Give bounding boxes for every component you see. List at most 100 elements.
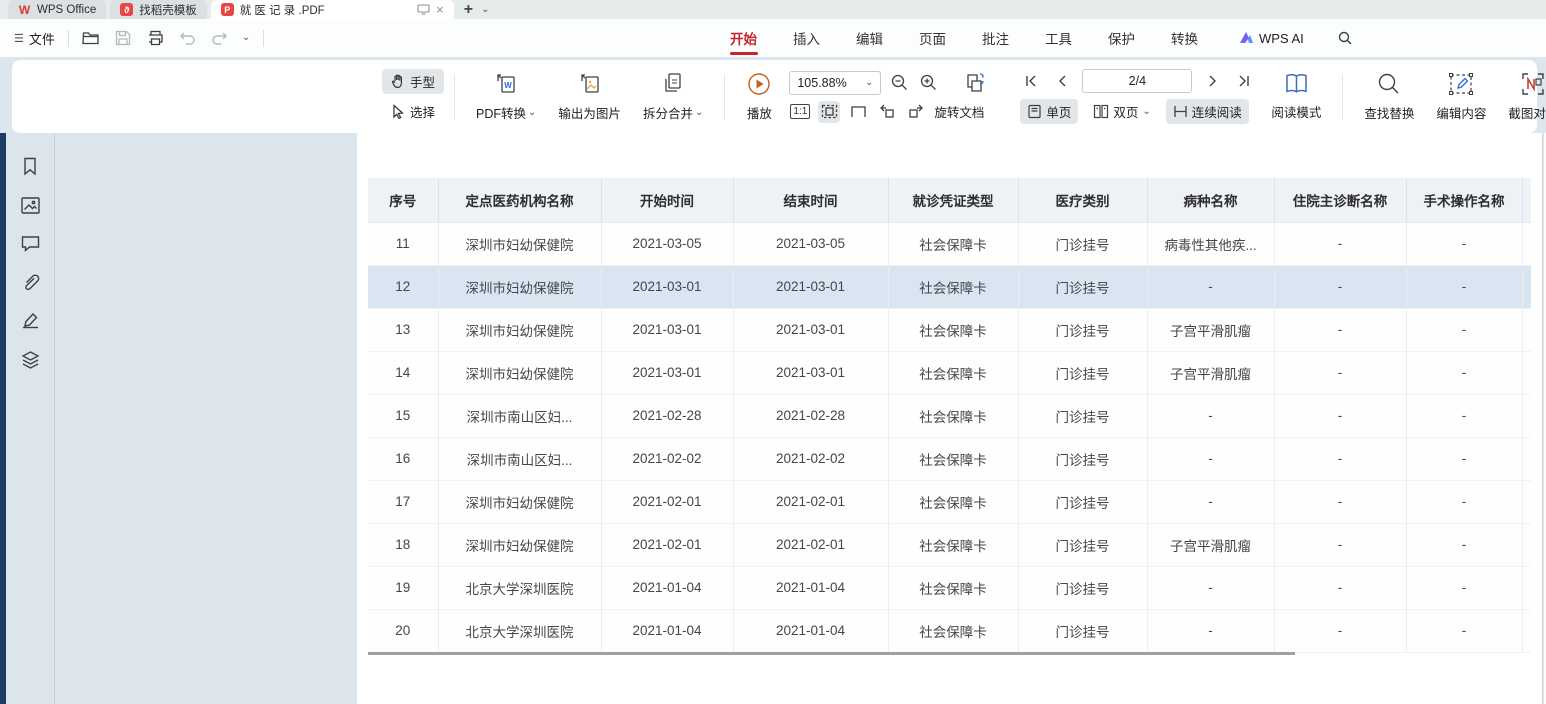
tab-wps-office[interactable]: W WPS Office (8, 0, 106, 19)
pdf-convert-button[interactable]: W PDF转换⌄ (465, 71, 547, 122)
print-icon[interactable] (146, 29, 165, 48)
hand-tool-button[interactable]: 手型 (382, 69, 444, 94)
zoom-in-button[interactable] (917, 72, 939, 94)
table-row: 12深圳市妇幼保健院2021-03-012021-03-01社会保障卡门诊挂号-… (368, 265, 1531, 308)
present-monitor-icon[interactable] (417, 4, 430, 15)
file-menu-button[interactable]: ☰ 文件 (14, 29, 55, 48)
cell: - (1147, 609, 1274, 652)
continuous-reading-button[interactable]: 连续阅读 (1166, 99, 1249, 124)
menu-tab-page[interactable]: 页面 (917, 19, 948, 57)
zoom-level-select[interactable]: 105.88% ⌄ (789, 71, 881, 95)
cell: - (1274, 609, 1406, 652)
column-header: 序号 (368, 178, 438, 222)
cell: 深圳市南山区妇... (438, 394, 601, 437)
export-as-image-button[interactable]: 输出为图片 (547, 71, 632, 122)
menu-tab-insert[interactable]: 插入 (791, 19, 822, 57)
cell: 门诊挂号 (1018, 609, 1147, 652)
find-replace-label: 查找替换 (1364, 103, 1414, 122)
split-merge-button[interactable]: 拆分合并⌄ (632, 71, 714, 122)
cell: 深圳市妇幼保健院 (438, 265, 601, 308)
wps-ai-button[interactable]: WPS AI (1238, 31, 1304, 46)
tab-label: 就 医 记 录 .PDF (240, 2, 325, 18)
play-slideshow-button[interactable]: 播放 (735, 71, 783, 122)
play-icon (746, 71, 772, 97)
cell: - (1406, 480, 1522, 523)
redo-icon[interactable] (210, 29, 229, 48)
save-icon[interactable] (114, 29, 133, 48)
cell: 2021-03-01 (601, 265, 733, 308)
cell: - (1274, 265, 1406, 308)
cell: 门诊挂号 (1018, 437, 1147, 480)
menu-tab-tools[interactable]: 工具 (1043, 19, 1074, 57)
undo-icon[interactable] (178, 29, 197, 48)
column-header (1522, 178, 1531, 222)
menu-tab-edit[interactable]: 编辑 (854, 19, 885, 57)
cell: - (1406, 437, 1522, 480)
pdf-file-icon: P (221, 3, 234, 16)
cell: 2021-02-28 (733, 394, 888, 437)
rotate-left-button[interactable] (876, 101, 898, 123)
select-tool-button[interactable]: 选择 (382, 99, 444, 124)
cell (1522, 437, 1531, 480)
last-page-button[interactable] (1232, 70, 1254, 92)
tab-list-chevron-icon[interactable]: ⌄ (481, 5, 489, 15)
next-page-button[interactable] (1201, 70, 1223, 92)
rotate-document-label[interactable]: 旋转文档 (934, 102, 984, 121)
layers-panel-icon[interactable] (20, 350, 41, 370)
export-image-icon (577, 71, 603, 97)
zoom-out-button[interactable] (888, 72, 910, 94)
screenshot-compare-label: 截图对比 (1508, 103, 1546, 122)
continuous-reading-icon (1173, 104, 1188, 119)
tab-pdf-document[interactable]: P 就 医 记 录 .PDF × (211, 0, 454, 19)
open-folder-icon[interactable] (82, 29, 101, 48)
menu-tab-home[interactable]: 开始 (728, 19, 759, 57)
cell: 社会保障卡 (888, 394, 1018, 437)
new-tab-icon[interactable]: + (464, 2, 473, 18)
tab-docer-templates[interactable]: ϑ 找稻壳模板 (110, 0, 207, 19)
tab-label: 找稻壳模板 (139, 2, 197, 18)
actual-size-button[interactable]: 1:1 (789, 101, 811, 123)
fit-width-button[interactable] (818, 101, 840, 123)
find-replace-icon (1376, 71, 1402, 97)
double-page-label: 双页 (1113, 102, 1138, 121)
quickbar-chevron-icon[interactable]: ⌄ (242, 33, 250, 43)
signature-panel-icon[interactable] (20, 311, 41, 331)
wps-ai-label: WPS AI (1259, 31, 1304, 46)
rotate-right-button[interactable] (905, 101, 927, 123)
first-page-button[interactable] (1020, 70, 1042, 92)
cell: 社会保障卡 (888, 523, 1018, 566)
cell: 子宫平滑肌瘤 (1147, 351, 1274, 394)
menu-tab-comment[interactable]: 批注 (980, 19, 1011, 57)
fit-page-button[interactable] (847, 101, 869, 123)
screenshot-compare-button[interactable]: 截图对比 (1497, 71, 1546, 122)
pdf-page[interactable]: 序号定点医药机构名称开始时间结束时间就诊凭证类型医疗类别病种名称住院主诊断名称手… (357, 133, 1543, 704)
cell: - (1406, 394, 1522, 437)
cell: 11 (368, 222, 438, 265)
single-page-button[interactable]: 单页 (1020, 99, 1078, 124)
tab-label: WPS Office (37, 4, 96, 16)
edit-content-button[interactable]: 编辑内容 (1425, 71, 1497, 122)
close-tab-icon[interactable]: × (436, 2, 444, 17)
table-row: 16深圳市南山区妇...2021-02-022021-02-02社会保障卡门诊挂… (368, 437, 1531, 480)
double-page-button[interactable]: 双页 ⌄ (1086, 99, 1157, 124)
page-number-input[interactable]: 2/4 (1082, 69, 1192, 93)
cell: 深圳市妇幼保健院 (438, 351, 601, 394)
menu-tab-protect[interactable]: 保护 (1106, 19, 1137, 57)
thumbnails-panel-icon[interactable] (20, 196, 41, 215)
menu-search-icon[interactable] (1336, 29, 1355, 48)
cell: 北京大学深圳医院 (438, 609, 601, 652)
bookmarks-panel-icon[interactable] (20, 156, 40, 177)
cell: 2021-02-01 (733, 480, 888, 523)
read-mode-button[interactable]: 阅读模式 (1260, 72, 1332, 121)
docer-icon: ϑ (120, 3, 133, 16)
cell: - (1147, 265, 1274, 308)
previous-page-button[interactable] (1051, 70, 1073, 92)
find-replace-button[interactable]: 查找替换 (1353, 71, 1425, 122)
attachments-panel-icon[interactable] (20, 272, 41, 292)
cell: - (1274, 222, 1406, 265)
cell: 2021-02-01 (601, 523, 733, 566)
menu-tab-convert[interactable]: 转换 (1169, 19, 1200, 57)
comments-panel-icon[interactable] (20, 234, 41, 253)
cell: 20 (368, 609, 438, 652)
cell: 深圳市南山区妇... (438, 437, 601, 480)
